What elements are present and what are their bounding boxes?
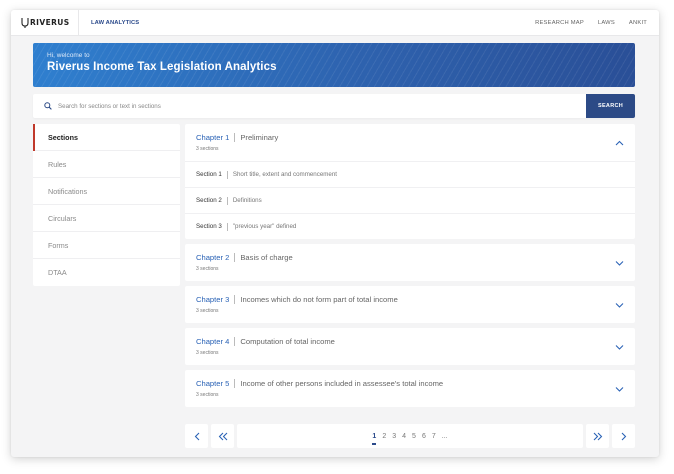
chapter-section-count: 3 sections <box>196 350 219 356</box>
chapter-title: Incomes which do not form part of total … <box>240 295 398 304</box>
sidebar-item-notifications[interactable]: Notifications <box>33 178 180 205</box>
chevron-up-icon[interactable] <box>615 140 624 146</box>
chapter-number: Chapter 2 <box>196 253 230 262</box>
search-bar: SEARCH <box>33 94 635 118</box>
chapter-section-count: 3 sections <box>196 266 219 272</box>
chapter-section-count: 3 sections <box>196 146 219 152</box>
nav-research-map[interactable]: RESEARCH MAP <box>535 20 584 26</box>
section-title: Short title, extent and commencement <box>232 171 338 178</box>
divider <box>226 196 228 205</box>
double-chevron-left-icon <box>218 432 227 440</box>
chevron-down-icon[interactable] <box>615 386 624 392</box>
chevron-right-icon <box>621 432 626 440</box>
section-row[interactable]: Section 2 Definitions <box>185 187 635 213</box>
sidebar: Sections Rules Notifications Circulars F… <box>33 124 180 286</box>
chevron-down-icon[interactable] <box>615 302 624 308</box>
chapter-title: Computation of total income <box>240 337 335 346</box>
chapter-number: Chapter 1 <box>196 133 230 142</box>
divider <box>234 133 236 142</box>
logo-mark-icon <box>21 18 29 28</box>
first-page-button[interactable] <box>211 424 234 448</box>
next-page-button[interactable] <box>612 424 635 448</box>
chapter-header[interactable]: Chapter 3 Incomes which do not form part… <box>185 286 635 323</box>
page-number[interactable]: 6 <box>422 433 426 440</box>
double-chevron-right-icon <box>593 432 602 440</box>
section-number: Section 2 <box>196 197 222 204</box>
chapter-card: Chapter 5 Income of other persons includ… <box>185 370 635 407</box>
section-number: Section 3 <box>196 223 222 230</box>
nav-laws[interactable]: LAWS <box>598 20 615 26</box>
logo[interactable]: RIVERUS <box>11 10 79 36</box>
chapter-header[interactable]: Chapter 4 Computation of total income 3 … <box>185 328 635 365</box>
pagination: 1 2 3 4 5 6 7 ... <box>185 424 635 448</box>
chapter-list: Chapter 1 Preliminary 3 sections Section… <box>185 124 635 412</box>
divider <box>234 337 236 346</box>
banner-greeting: Hi, welcome to <box>47 52 90 59</box>
chapter-card: Chapter 4 Computation of total income 3 … <box>185 328 635 365</box>
section-row[interactable]: Section 3 "previous year" defined <box>185 213 635 239</box>
top-bar: RIVERUS LAW ANALYTICS RESEARCH MAP LAWS … <box>11 10 659 36</box>
chapter-card: Chapter 2 Basis of charge 3 sections <box>185 244 635 281</box>
app-window: RIVERUS LAW ANALYTICS RESEARCH MAP LAWS … <box>11 10 659 457</box>
last-page-button[interactable] <box>586 424 609 448</box>
divider <box>234 379 236 388</box>
search-button[interactable]: SEARCH <box>586 94 635 118</box>
chapter-title: Basis of charge <box>240 253 293 262</box>
divider <box>226 170 228 179</box>
chapter-number: Chapter 4 <box>196 337 230 346</box>
page-ellipsis: ... <box>441 432 448 440</box>
chapter-header[interactable]: Chapter 5 Income of other persons includ… <box>185 370 635 407</box>
section-row[interactable]: Section 1 Short title, extent and commen… <box>185 161 635 187</box>
welcome-banner: Hi, welcome to Riverus Income Tax Legisl… <box>33 43 635 87</box>
banner-title: Riverus Income Tax Legislation Analytics <box>47 61 277 73</box>
chapter-title: Income of other persons included in asse… <box>240 379 444 388</box>
law-analytics-link[interactable]: LAW ANALYTICS <box>91 20 139 26</box>
chapter-section-count: 3 sections <box>196 392 219 398</box>
divider <box>226 222 228 231</box>
chapter-header[interactable]: Chapter 1 Preliminary 3 sections <box>185 124 635 161</box>
chapter-header[interactable]: Chapter 2 Basis of charge 3 sections <box>185 244 635 281</box>
section-number: Section 1 <box>196 171 222 178</box>
chapter-card: Chapter 3 Incomes which do not form part… <box>185 286 635 323</box>
chapter-title: Preliminary <box>240 133 279 142</box>
chevron-down-icon[interactable] <box>615 260 624 266</box>
sidebar-item-forms[interactable]: Forms <box>33 232 180 259</box>
chapter-card: Chapter 1 Preliminary 3 sections Section… <box>185 124 635 239</box>
chapter-number: Chapter 3 <box>196 295 230 304</box>
sidebar-item-circulars[interactable]: Circulars <box>33 205 180 232</box>
divider <box>234 253 236 262</box>
top-nav: RESEARCH MAP LAWS ANKIT <box>521 20 659 26</box>
sidebar-item-rules[interactable]: Rules <box>33 151 180 178</box>
prev-page-button[interactable] <box>185 424 208 448</box>
page-number[interactable]: 5 <box>412 433 416 440</box>
sidebar-item-sections[interactable]: Sections <box>33 124 180 151</box>
page-number[interactable]: 7 <box>432 433 436 440</box>
divider <box>234 295 236 304</box>
nav-user-menu[interactable]: ANKIT <box>629 20 647 26</box>
chevron-down-icon[interactable] <box>615 344 624 350</box>
chapter-section-count: 3 sections <box>196 308 219 314</box>
chevron-left-icon <box>194 432 199 440</box>
page-number-current[interactable]: 1 <box>372 433 376 445</box>
section-title: "previous year" defined <box>232 223 297 230</box>
page-number[interactable]: 4 <box>402 433 406 440</box>
sidebar-item-dtaa[interactable]: DTAA <box>33 259 180 286</box>
search-icon <box>44 102 52 110</box>
section-title: Definitions <box>232 197 262 204</box>
page-number[interactable]: 3 <box>392 433 396 440</box>
page-numbers: 1 2 3 4 5 6 7 ... <box>237 424 583 448</box>
page-number[interactable]: 2 <box>382 433 386 440</box>
logo-text: RIVERUS <box>30 18 70 27</box>
search-input[interactable] <box>58 102 578 110</box>
chapter-number: Chapter 5 <box>196 379 230 388</box>
